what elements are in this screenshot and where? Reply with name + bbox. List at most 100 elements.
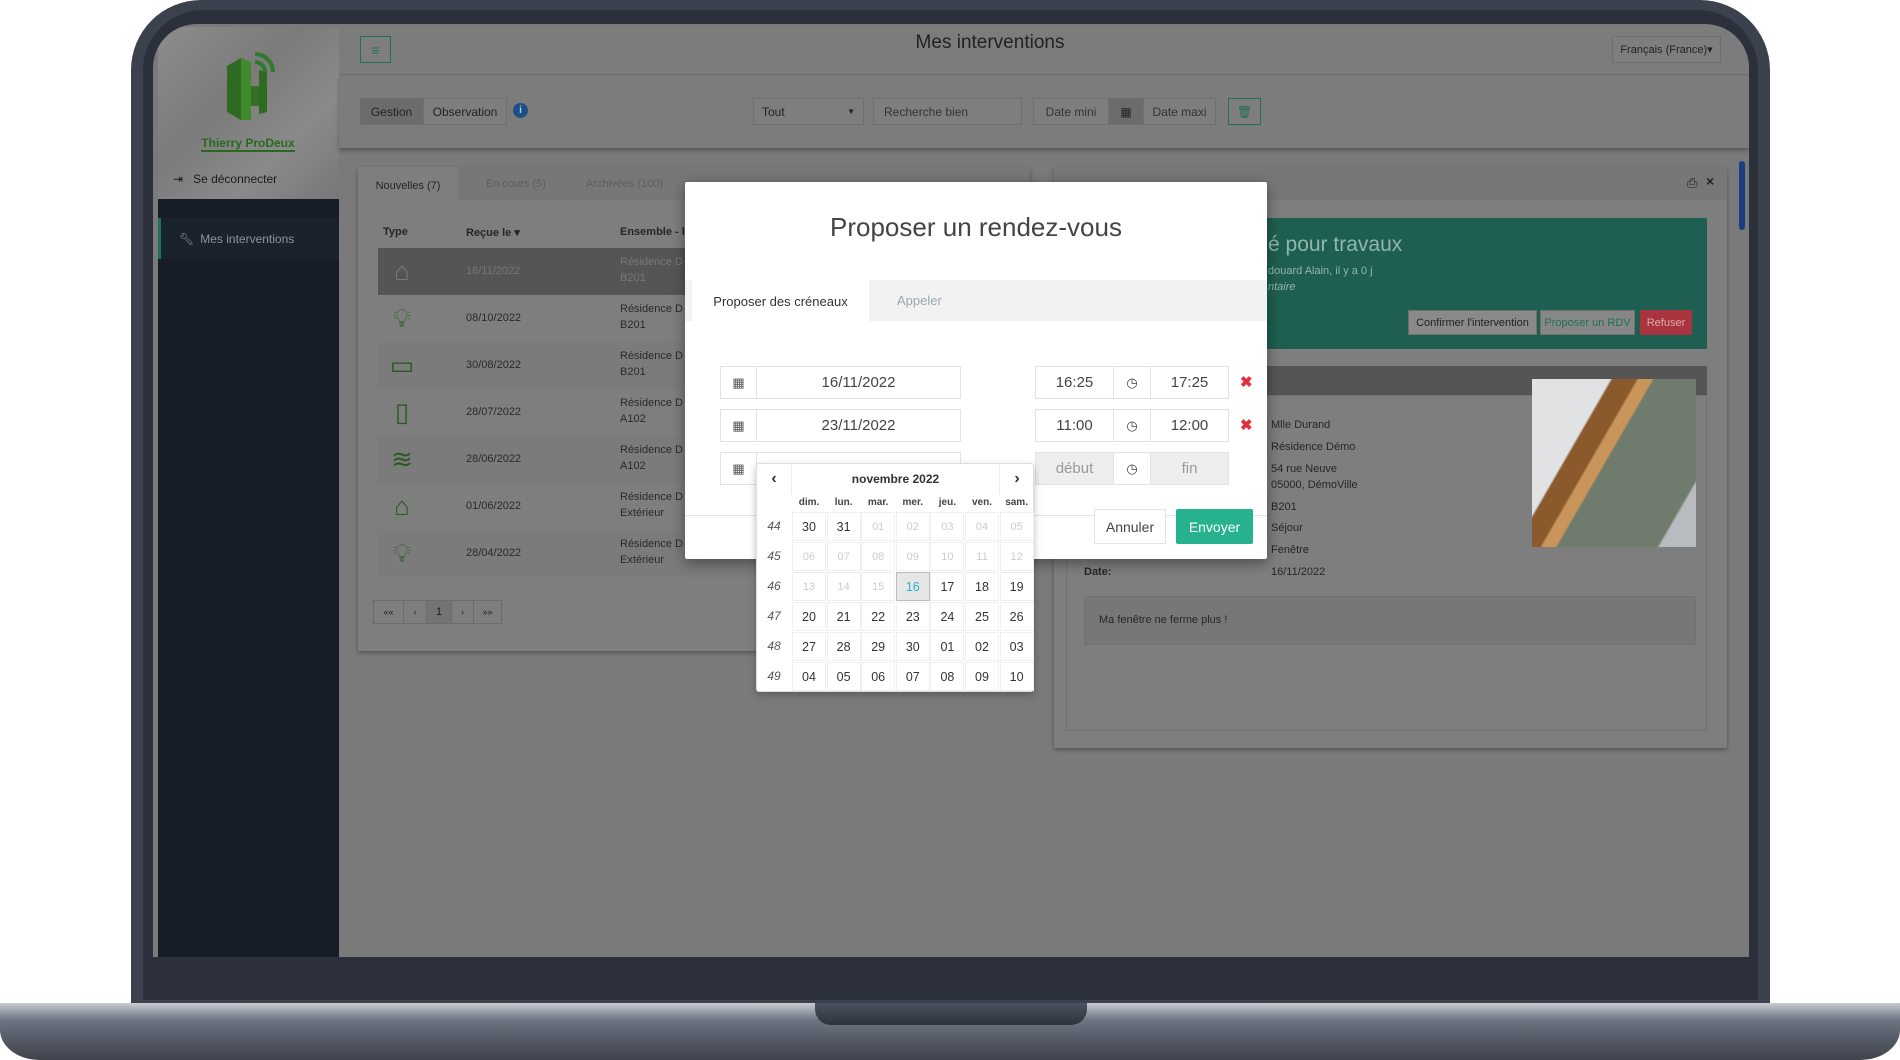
day-cell[interactable]: 26 [999, 602, 1034, 631]
calendar-icon[interactable]: ▦ [720, 452, 757, 485]
confirm-intervention-button[interactable]: Confirmer l'intervention [1408, 310, 1537, 335]
day-cell[interactable]: 18 [965, 572, 999, 601]
column-header-type[interactable]: Type [383, 226, 408, 238]
electricity-icon: 💡︎ [392, 538, 412, 568]
clear-filter-button[interactable]: 🗑︎ [1228, 98, 1261, 125]
first-page-button[interactable]: «« [374, 601, 404, 623]
logout-link[interactable]: ⇥ Se déconnecter [173, 172, 277, 186]
remove-slot-icon[interactable]: ✖ [1240, 416, 1253, 434]
search-input[interactable]: Recherche bien [873, 98, 1022, 125]
day-cell[interactable]: 29 [861, 632, 896, 661]
tab-archivees[interactable]: Archivées (100) [586, 178, 663, 190]
day-cell: 02 [895, 512, 930, 541]
day-cell[interactable]: 24 [930, 602, 965, 631]
day-cell[interactable]: 03 [999, 632, 1034, 661]
mode-tab-observation[interactable]: Observation [423, 98, 507, 125]
next-page-button[interactable]: › [451, 601, 473, 623]
day-cell[interactable]: 17 [930, 572, 965, 601]
day-cell-today[interactable]: 16 [895, 572, 930, 601]
row-ensemble: Résidence D [620, 444, 683, 456]
info-date-label: Date: [1084, 566, 1112, 578]
day-cell[interactable]: 06 [861, 662, 896, 691]
next-month-button[interactable]: › [1000, 464, 1034, 494]
calendar-icon[interactable]: ▦ [720, 409, 757, 442]
date-min-input[interactable]: Date mini [1033, 98, 1109, 125]
page-title: Mes interventions [915, 32, 1065, 53]
calendar-icon[interactable]: ▦ [720, 366, 757, 399]
day-cell[interactable]: 30 [792, 512, 826, 541]
weekday-header: mer. [902, 497, 924, 508]
day-cell[interactable]: 20 [792, 602, 826, 631]
info-element: Fenêtre [1271, 544, 1309, 556]
tab-appeler[interactable]: Appeler [897, 293, 942, 308]
filter-select[interactable]: Tout ▼ [753, 98, 864, 125]
laptop-notch [815, 1003, 1087, 1025]
day-cell[interactable]: 05 [826, 662, 861, 691]
day-cell[interactable]: 21 [826, 602, 861, 631]
column-header-date[interactable]: Reçue le ▾ [466, 226, 520, 239]
banner-subtitle: douard Alain, il y a 0 j [1268, 265, 1373, 277]
day-cell[interactable]: 25 [965, 602, 999, 631]
print-icon[interactable]: ⎙ [1687, 175, 1697, 191]
day-cell[interactable]: 27 [792, 632, 826, 661]
user-name[interactable]: Thierry ProDeux [201, 136, 295, 152]
menu-toggle-button[interactable]: ≡ [360, 36, 391, 63]
window-photo[interactable] [1532, 379, 1696, 547]
scrollbar[interactable] [1739, 161, 1745, 230]
sidebar-item-label: Mes interventions [200, 231, 295, 246]
date-max-input[interactable]: Date maxi [1143, 98, 1216, 125]
cancel-button[interactable]: Annuler [1094, 509, 1166, 544]
day-cell[interactable]: 23 [895, 602, 930, 631]
day-cell[interactable]: 22 [861, 602, 896, 631]
start-time-input[interactable]: 16:25 [1035, 366, 1114, 399]
language-select[interactable]: Français (France) ▾ [1612, 36, 1721, 63]
date-input[interactable]: 23/11/2022 [756, 409, 961, 442]
sidebar-nav [158, 199, 339, 957]
paint-roller-icon: ▭ [389, 350, 415, 380]
tab-nouvelles[interactable]: Nouvelles (7) [358, 167, 458, 204]
day-cell[interactable]: 09 [965, 662, 999, 691]
logout-icon: ⇥ [173, 172, 184, 186]
logout-label: Se déconnecter [193, 172, 278, 186]
tab-en-cours[interactable]: En cours (5) [486, 178, 546, 190]
propose-rdv-button[interactable]: Proposer un RDV [1540, 310, 1635, 335]
last-page-button[interactable]: »» [473, 601, 501, 623]
day-cell[interactable]: 10 [999, 662, 1034, 691]
tab-proposer-creneaux[interactable]: Proposer des créneaux [692, 280, 869, 322]
info-icon[interactable]: i [513, 103, 528, 118]
day-cell[interactable]: 08 [930, 662, 965, 691]
prev-month-button[interactable]: ‹ [757, 464, 791, 494]
info-address-line2: 05000, DémoVille [1271, 479, 1358, 491]
start-time-input[interactable]: 11:00 [1035, 409, 1114, 442]
page-1-button[interactable]: 1 [427, 601, 451, 623]
remove-slot-icon[interactable]: ✖ [1240, 373, 1253, 391]
calendar-icon[interactable]: ▦ [1109, 98, 1143, 125]
clock-icon: ◷ [1113, 409, 1151, 442]
day-cell[interactable]: 07 [895, 662, 930, 691]
refuse-button[interactable]: Refuser [1640, 310, 1692, 335]
day-cell[interactable]: 30 [895, 632, 930, 661]
row-lot: B201 [620, 366, 646, 378]
day-cell[interactable]: 28 [826, 632, 861, 661]
end-time-input[interactable]: fin [1150, 452, 1229, 485]
date-input[interactable]: 16/11/2022 [756, 366, 961, 399]
column-header-ensemble[interactable]: Ensemble - l [620, 226, 685, 238]
month-title[interactable]: novembre 2022 [791, 464, 1000, 494]
day-cell[interactable]: 31 [826, 512, 861, 541]
close-icon[interactable]: × [1706, 173, 1714, 189]
day-cell: 04 [965, 512, 999, 541]
row-date: 28/07/2022 [466, 406, 522, 418]
end-time-input[interactable]: 12:00 [1150, 409, 1229, 442]
send-button[interactable]: Envoyer [1176, 509, 1253, 544]
week-number: 45 [767, 549, 781, 563]
sidebar-item-mes-interventions[interactable]: 🔧︎ Mes interventions [158, 218, 339, 259]
day-cell[interactable]: 01 [930, 632, 965, 661]
mode-tab-gestion[interactable]: Gestion [360, 98, 423, 125]
day-cell[interactable]: 04 [792, 662, 826, 691]
day-cell[interactable]: 02 [965, 632, 999, 661]
prev-page-button[interactable]: ‹ [404, 601, 427, 623]
day-cell[interactable]: 19 [999, 572, 1034, 601]
start-time-input[interactable]: début [1035, 452, 1114, 485]
end-time-input[interactable]: 17:25 [1150, 366, 1229, 399]
day-cell: 12 [999, 542, 1034, 571]
